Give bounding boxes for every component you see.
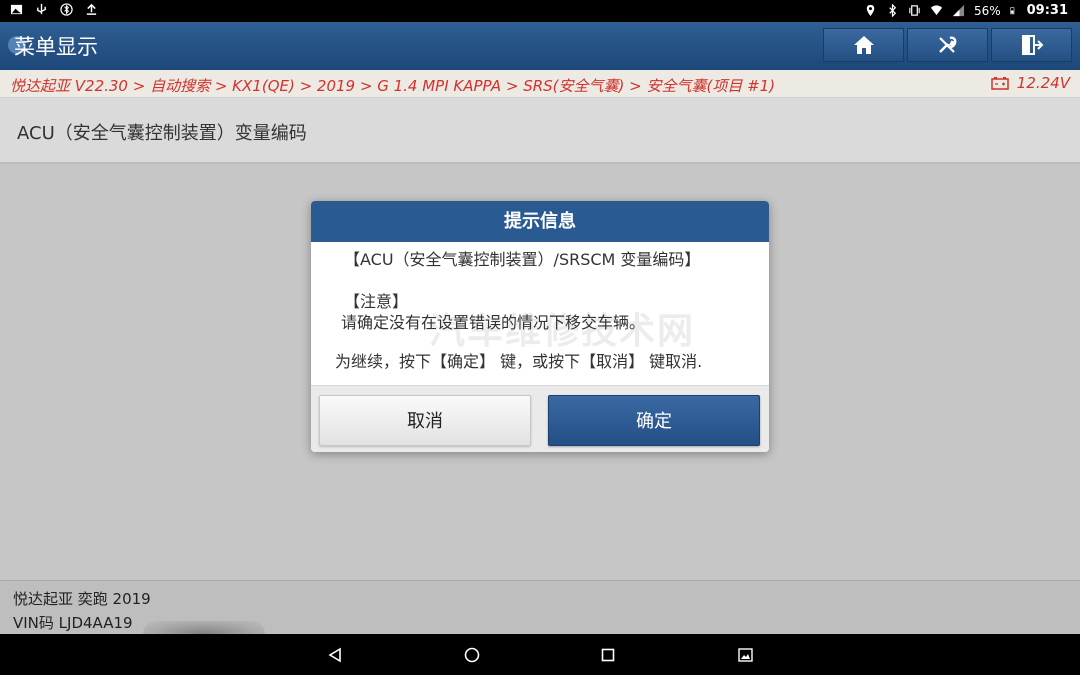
home-button[interactable] [823,28,904,62]
confirm-button[interactable]: 确定 [548,395,760,446]
voltage-value: 12.24V [1016,74,1070,92]
vibrate-icon [909,5,920,16]
dialog-line-heading: 【ACU（安全气囊控制装置）/SRSCM 变量编码】 [344,250,701,269]
vehicle-model: 悦达起亚 奕跑 2019 [13,590,151,608]
home-circle-icon [464,647,480,663]
home-nav-button[interactable] [461,644,483,666]
status-clock: 09:31 [1026,3,1068,18]
status-bar: 56% 09:31 [0,0,1080,22]
page-title: 菜单显示 [14,35,98,59]
bluetooth-icon [889,4,897,17]
battery-voltage-icon [991,77,1009,90]
image-icon [10,4,23,15]
voltage-indicator: 12.24V [991,74,1070,92]
upload-icon [86,3,97,15]
breadcrumb: 悦达起亚 V22.30 > 自动搜索 > KX1(QE) > 2019 > G … [10,77,776,95]
info-dialog: 提示信息 汽车维修技术网 【ACU（安全气囊控制装置）/SRSCM 变量编码】 … [311,201,769,452]
battery-level: 56% [973,3,1001,18]
wifi-icon [930,5,943,16]
recents-button[interactable] [597,644,619,666]
exit-icon [1021,35,1043,55]
dialog-line-instruction: 为继续，按下【确定】 键，或按下【取消】 键取消. [335,352,703,371]
breadcrumb-bar: 悦达起亚 V22.30 > 自动搜索 > KX1(QE) > 2019 > G … [0,70,1080,98]
android-nav-bar [0,634,1080,675]
back-button[interactable] [324,644,346,666]
vehicle-info-footer: 悦达起亚 奕跑 2019 VIN码 LJD4AA19 [0,580,1080,647]
signal-icon [952,4,965,17]
back-icon [328,647,341,663]
screenshot-icon [737,648,753,662]
section-title: ACU（安全气囊控制装置）变量编码 [17,123,307,144]
location-icon [866,4,875,17]
dialog-title: 提示信息 [311,201,769,242]
dialog-footer: 取消 确定 [311,385,769,452]
diagnose-tools-button[interactable] [907,28,988,62]
recents-icon [601,648,615,662]
battery-icon [1009,7,1014,15]
cancel-button[interactable]: 取消 [319,395,531,446]
exit-button[interactable] [991,28,1072,62]
header-toolbar [823,28,1072,62]
diagnose-tools-icon [938,36,956,53]
home-icon [853,36,874,54]
dialog-line-warning: 请确定没有在设置错误的情况下移交车辆。 [341,313,646,332]
section-header: ACU（安全气囊控制装置）变量编码 [0,98,1080,164]
dialog-body: 汽车维修技术网 【ACU（安全气囊控制装置）/SRSCM 变量编码】 【注意】 … [311,242,769,385]
screenshot-button[interactable] [734,644,756,666]
usb-icon [37,3,46,15]
vin-number: VIN码 LJD4AA19 [13,614,133,632]
app-header: 菜单显示 [0,22,1080,70]
bluetooth-settings-icon [60,3,73,16]
